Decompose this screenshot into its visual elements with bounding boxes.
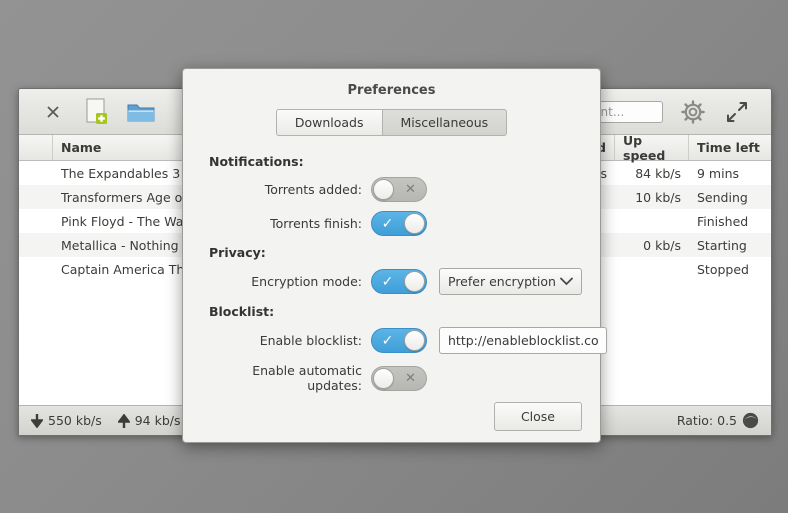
- section-title-privacy: Privacy:: [209, 245, 266, 260]
- ratio-value: Ratio: 0.5: [676, 413, 737, 428]
- download-speed-value: 550 kb/s: [48, 413, 102, 428]
- toggle-torrents-finish[interactable]: ✓: [371, 211, 427, 236]
- row-time-left-cell: Sending: [697, 189, 748, 205]
- select-encryption-mode[interactable]: Prefer encryption: [439, 268, 582, 295]
- row-up-speed-cell: 10 kb/s: [635, 189, 681, 205]
- row-time-left-cell: Starting: [697, 237, 747, 253]
- close-icon: [47, 105, 59, 118]
- folder-icon: [127, 104, 155, 121]
- row-select-cell[interactable]: [19, 257, 53, 281]
- toggle-on-mark-icon: ✓: [381, 332, 394, 349]
- toggle-knob: [373, 367, 394, 389]
- toggle-encryption-mode[interactable]: ✓: [371, 269, 427, 294]
- section-title-blocklist: Blocklist:: [209, 304, 275, 319]
- toggle-enable-blocklist[interactable]: ✓: [371, 328, 427, 353]
- row-select-cell[interactable]: [19, 233, 53, 257]
- close-torrent-button[interactable]: [31, 93, 75, 131]
- row-up-speed-cell: 84 kb/s: [635, 165, 681, 181]
- label-automatic-updates: Enable automatic updates:: [252, 363, 362, 393]
- pref-row-torrents-finish: Torrents finish: ✓: [201, 211, 582, 236]
- row-select-cell[interactable]: [19, 209, 53, 233]
- gear-icon: [681, 99, 705, 124]
- row-time-left-cell: 9 mins: [697, 165, 740, 181]
- toggle-off-mark-icon: ✕: [405, 182, 416, 197]
- pref-row-enable-blocklist: Enable blocklist: ✓: [201, 327, 607, 354]
- label-torrents-finish: Torrents finish:: [270, 216, 362, 231]
- row-select-cell[interactable]: [19, 185, 53, 209]
- toggle-off-mark-icon: ✕: [405, 370, 416, 386]
- label-enable-blocklist: Enable blocklist:: [259, 333, 362, 348]
- pref-row-torrents-added: Torrents added: ✕: [201, 177, 582, 202]
- toggle-on-mark-icon: ✓: [381, 273, 394, 290]
- dialog-title: Preferences: [347, 83, 436, 98]
- toggle-knob: [404, 271, 425, 292]
- upload-arrow-icon: [117, 413, 130, 428]
- select-encryption-mode-value: Prefer encryption: [448, 274, 556, 289]
- toggle-knob: [404, 213, 425, 234]
- upload-speed-value: 94 kb/s: [134, 413, 181, 428]
- column-header-up-speed[interactable]: Up speed: [615, 133, 689, 163]
- toggle-automatic-updates[interactable]: ✕: [371, 365, 427, 391]
- tab-downloads[interactable]: Downloads: [275, 109, 382, 136]
- row-select-cell[interactable]: [19, 161, 53, 185]
- upload-speed-status: 94 kb/s: [117, 413, 181, 428]
- row-up-speed-cell: [615, 257, 689, 281]
- row-up-speed-cell: [615, 209, 689, 233]
- label-torrents-added: Torrents added:: [264, 182, 362, 197]
- open-folder-button[interactable]: [119, 93, 163, 131]
- chevron-down-icon: [560, 277, 573, 286]
- download-arrow-icon: [31, 413, 43, 428]
- fullscreen-button[interactable]: [715, 93, 759, 131]
- pref-row-encryption-mode: Encryption mode: ✓ Prefer encryption: [201, 268, 582, 295]
- toggle-knob: [373, 179, 394, 200]
- pref-row-automatic-updates: Enable automatic updates: ✕: [201, 363, 582, 393]
- section-title-notifications: Notifications:: [209, 154, 304, 169]
- toggle-on-mark-icon: ✓: [381, 215, 394, 232]
- row-time-left-cell: Stopped: [697, 261, 749, 277]
- ratio-icon: [742, 412, 759, 429]
- fullscreen-icon: [727, 101, 747, 122]
- add-file-icon: [86, 98, 107, 124]
- dialog-footer: Close: [201, 402, 582, 431]
- dialog-tabbar: Downloads Miscellaneous: [201, 109, 582, 136]
- ratio-status: Ratio: 0.5: [677, 412, 759, 429]
- blocklist-url-input[interactable]: [439, 327, 607, 354]
- toggle-torrents-added[interactable]: ✕: [371, 177, 427, 202]
- settings-button[interactable]: [671, 93, 715, 131]
- download-speed-status: 550 kb/s: [31, 413, 102, 428]
- column-header-select[interactable]: [19, 135, 53, 160]
- column-header-time-left[interactable]: Time left: [689, 135, 771, 160]
- tab-miscellaneous[interactable]: Miscellaneous: [381, 109, 508, 136]
- preferences-dialog: Preferences Downloads Miscellaneous Noti…: [182, 68, 607, 443]
- add-torrent-button[interactable]: [75, 93, 119, 131]
- close-button[interactable]: Close: [493, 402, 582, 431]
- row-time-left-cell: Finished: [697, 213, 749, 229]
- row-up-speed-cell: 0 kb/s: [643, 237, 681, 253]
- toggle-knob: [404, 330, 425, 351]
- label-encryption-mode: Encryption mode:: [251, 274, 362, 289]
